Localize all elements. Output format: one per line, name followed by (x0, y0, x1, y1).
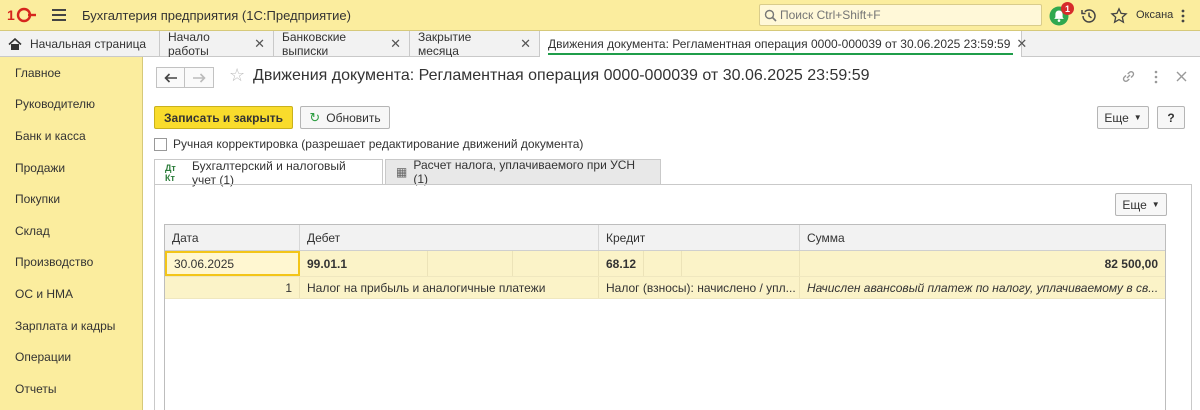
back-button[interactable] (156, 67, 185, 88)
forward-button[interactable] (185, 67, 214, 88)
close-icon[interactable]: ✕ (254, 36, 265, 52)
header-debit[interactable]: Дебет (300, 225, 599, 250)
more-actions-icon[interactable] (1154, 70, 1158, 84)
tab-accounting-register[interactable]: Дт Кт Бухгалтерский и налоговый учет (1) (154, 158, 383, 187)
table-header: Дата Дебет Кредит Сумма (165, 225, 1165, 251)
history-icon[interactable] (1078, 5, 1100, 27)
save-and-close-button[interactable]: Записать и закрыть (154, 106, 293, 129)
close-icon[interactable] (1176, 71, 1187, 82)
tab-label: Движения документа: Регламентная операци… (548, 37, 1011, 51)
manual-correction-label: Ручная корректировка (разрешает редактир… (173, 137, 584, 151)
cell-debit-subconto[interactable]: Налог на прибыль и аналогичные платежи (300, 277, 599, 298)
header-credit[interactable]: Кредит (599, 225, 800, 250)
sidebar-item-reports[interactable]: Отчеты (0, 373, 142, 405)
tab-label: Начало работы (168, 30, 210, 58)
more-label: Еще (1104, 110, 1129, 125)
close-icon[interactable]: ✕ (520, 36, 531, 52)
tab-getting-started[interactable]: Начало работы ✕ (160, 30, 274, 58)
sidebar-item-bank[interactable]: Банк и касса (0, 120, 142, 152)
dt-kt-icon: Дт Кт (165, 162, 176, 183)
close-icon[interactable]: ✕ (390, 36, 401, 52)
sidebar-item-sales[interactable]: Продажи (0, 152, 142, 184)
cell-debit-account[interactable]: 99.01.1 (300, 251, 428, 276)
app-title: Бухгалтерия предприятия (1С:Предприятие) (82, 7, 351, 23)
tab-home[interactable]: Начальная страница (0, 31, 160, 57)
form-header-icons (1121, 69, 1187, 84)
tab-usn-tax-register[interactable]: ▦ Расчет налога, уплачиваемого при УСН (… (385, 158, 661, 186)
cell-credit-subconto-2[interactable] (644, 251, 682, 276)
table-icon: ▦ (396, 165, 408, 179)
panel-more-button[interactable]: Еще ▼ (1115, 193, 1167, 216)
favorites-star-icon[interactable] (1108, 5, 1130, 27)
register-tabs: Дт Кт Бухгалтерский и налоговый учет (1)… (154, 158, 663, 187)
tab-label: Закрытие месяца (418, 30, 472, 58)
register-panel: Еще ▼ Дата Дебет Кредит Сумма 30.06.2025… (154, 184, 1192, 410)
cell-row-number[interactable]: 1 (165, 277, 300, 298)
table-row[interactable]: 30.06.2025 99.01.1 68.12 82 500,00 (165, 251, 1165, 277)
chevron-down-icon: ▼ (1151, 200, 1160, 209)
notification-badge: 1 (1061, 2, 1074, 15)
cell-credit-account[interactable]: 68.12 (599, 251, 644, 276)
title-bar: 1 Бухгалтерия предприятия (1С:Предприяти… (0, 0, 1200, 31)
tab-label: Начальная страница (30, 37, 147, 51)
manual-correction-checkbox[interactable] (154, 137, 167, 151)
open-windows-tabs: Начальная страница Начало работы ✕ Банко… (0, 30, 1200, 58)
document-form: ☆ Движения документа: Регламентная опера… (143, 57, 1200, 410)
sidebar-item-manager[interactable]: Руководителю (0, 89, 142, 121)
tab-label: Расчет налога, уплачиваемого при УСН (1) (413, 158, 636, 186)
page-title: Движения документа: Регламентная операци… (253, 67, 870, 84)
tab-label: Банковские выписки (282, 30, 347, 58)
tab-document-movements[interactable]: Движения документа: Регламентная операци… (540, 31, 1027, 57)
cell-credit-subconto[interactable]: Налог (взносы): начислено / упл... (599, 277, 800, 298)
main-menu-icon[interactable] (52, 9, 66, 21)
add-to-favorites-star-icon[interactable]: ☆ (229, 65, 245, 86)
sections-sidebar: Главное Руководителю Банк и касса Продаж… (0, 57, 143, 410)
arrow-left-icon (163, 72, 177, 83)
1c-logo-icon: 1 (6, 5, 38, 25)
tab-label: Бухгалтерский и налоговый учет (1) (192, 158, 346, 187)
refresh-icon: ↻ (309, 109, 321, 125)
header-sum[interactable]: Сумма (800, 225, 1165, 250)
more-label: Еще (1122, 197, 1147, 212)
arrow-right-icon (193, 72, 206, 83)
cell-content[interactable]: Начислен авансовый платеж по налогу, упл… (800, 277, 1165, 298)
search-icon (764, 9, 777, 22)
sidebar-item-payroll[interactable]: Зарплата и кадры (0, 310, 142, 342)
tab-bank-statements[interactable]: Банковские выписки ✕ (274, 30, 410, 58)
svg-text:1: 1 (7, 7, 15, 23)
link-icon[interactable] (1121, 69, 1136, 84)
sidebar-item-warehouse[interactable]: Склад (0, 215, 142, 247)
cell-debit-subconto-2[interactable] (428, 251, 513, 276)
cell-debit-subconto-3[interactable] (513, 251, 599, 276)
manual-correction-row: Ручная корректировка (разрешает редактир… (154, 137, 583, 151)
sidebar-item-fixed-assets[interactable]: ОС и НМА (0, 278, 142, 310)
sidebar-item-operations[interactable]: Операции (0, 341, 142, 373)
user-name[interactable]: Оксана (1136, 9, 1173, 21)
sidebar-item-purchases[interactable]: Покупки (0, 183, 142, 215)
header-date[interactable]: Дата (165, 225, 300, 250)
cell-credit-subconto-3[interactable] (682, 251, 800, 276)
cell-sum[interactable]: 82 500,00 (800, 251, 1165, 276)
chevron-down-icon: ▼ (1133, 113, 1142, 122)
refresh-label: Обновить (326, 110, 381, 125)
table-row-details[interactable]: 1 Налог на прибыль и аналогичные платежи… (165, 277, 1165, 299)
movements-table: Дата Дебет Кредит Сумма 30.06.2025 99.01… (164, 224, 1166, 410)
history-navigation (156, 67, 214, 88)
search-input[interactable] (780, 8, 1030, 22)
tab-month-closing[interactable]: Закрытие месяца ✕ (410, 30, 540, 58)
refresh-button[interactable]: ↻ Обновить (300, 106, 390, 129)
settings-icon[interactable] (1172, 5, 1194, 27)
home-icon (8, 37, 22, 50)
sidebar-item-main[interactable]: Главное (0, 57, 142, 89)
sidebar-item-production[interactable]: Производство (0, 247, 142, 279)
close-icon[interactable]: ✕ (1016, 36, 1027, 52)
global-search[interactable] (759, 4, 1042, 26)
cell-date[interactable]: 30.06.2025 (165, 251, 300, 276)
help-button[interactable]: ? (1157, 106, 1185, 129)
more-button[interactable]: Еще ▼ (1097, 106, 1149, 129)
notifications-bell-icon[interactable]: 1 (1048, 2, 1074, 27)
